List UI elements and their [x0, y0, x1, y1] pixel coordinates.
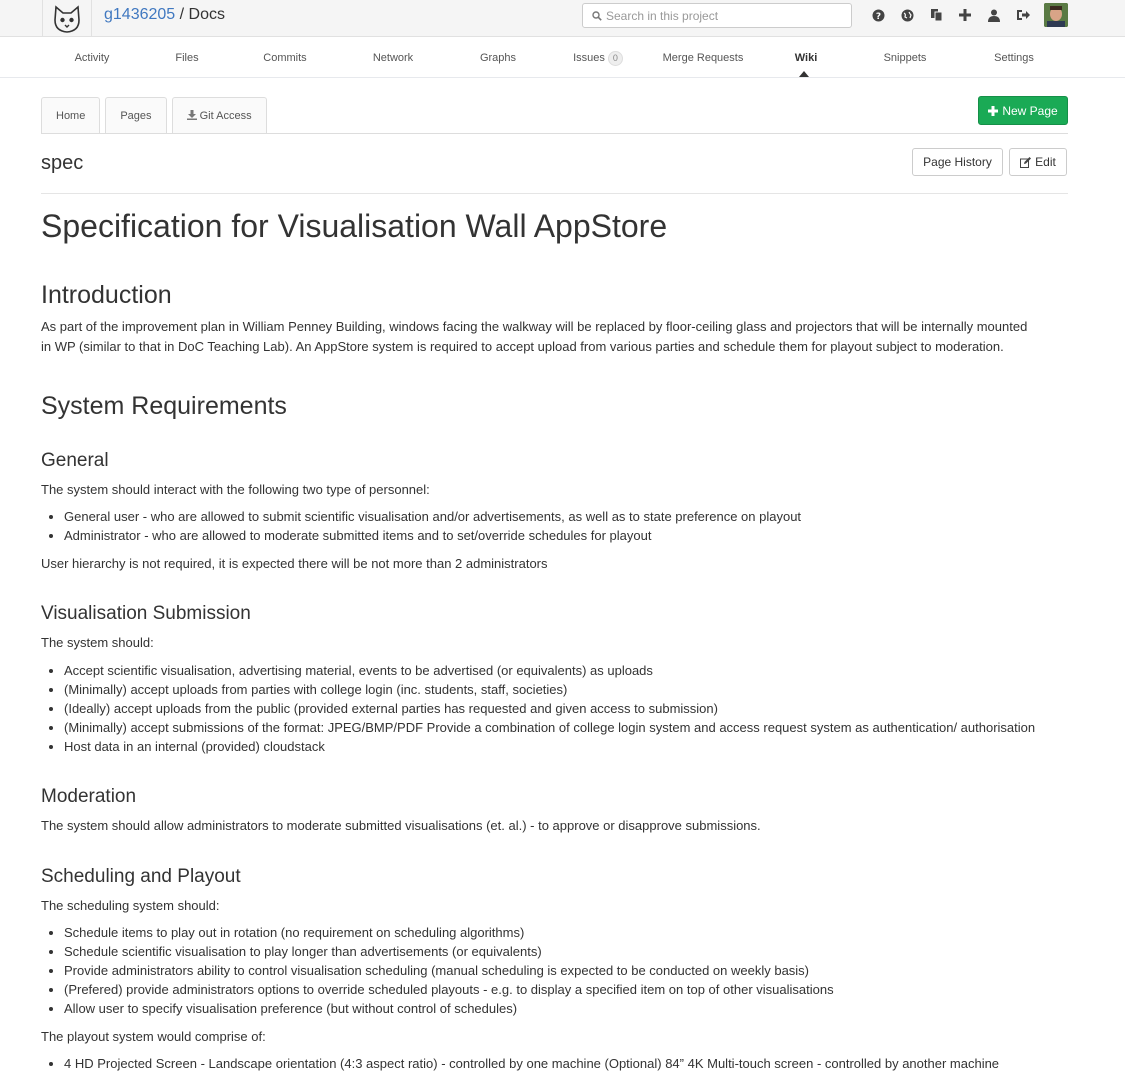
- plus-icon: [988, 105, 999, 116]
- playout-paragraph: The playout system would comprise of:: [41, 1029, 266, 1044]
- heading-moderation: Moderation: [41, 786, 137, 807]
- active-nav-caret: [799, 71, 809, 77]
- nav-files[interactable]: Files: [162, 38, 212, 78]
- git-access-label: Git Access: [199, 110, 252, 122]
- wiki-tabs: Home Pages Git Access: [41, 97, 272, 134]
- nav-snippets[interactable]: Snippets: [876, 38, 934, 78]
- list-item: General user - who are allowed to submit…: [64, 507, 801, 526]
- page-history-label: Page History: [923, 155, 992, 169]
- copy-icon[interactable]: [926, 6, 946, 24]
- list-item: 4 HD Projected Screen - Landscape orient…: [64, 1054, 999, 1073]
- list-item: (Ideally) accept uploads from the public…: [64, 699, 1035, 718]
- list-item: Administrator - who are allowed to moder…: [64, 526, 801, 545]
- edit-icon: [1020, 156, 1032, 168]
- heading-introduction: Introduction: [41, 281, 172, 309]
- search-box[interactable]: [582, 3, 852, 28]
- list-item: Host data in an internal (provided) clou…: [64, 737, 1035, 756]
- new-page-button[interactable]: New Page: [978, 96, 1068, 125]
- nav-settings[interactable]: Settings: [986, 38, 1042, 78]
- intro-paragraph: As part of the improvement plan in Willi…: [41, 319, 1028, 354]
- sign-out-icon[interactable]: [1013, 6, 1033, 24]
- gitlab-logo[interactable]: [42, 0, 92, 37]
- nav-graphs[interactable]: Graphs: [470, 38, 526, 78]
- help-icon[interactable]: ?: [868, 6, 888, 24]
- user-avatar[interactable]: [1044, 3, 1068, 27]
- tab-home[interactable]: Home: [41, 97, 101, 134]
- plus-icon[interactable]: [955, 6, 975, 24]
- heading-visualisation-submission: Visualisation Submission: [41, 603, 251, 624]
- list-item: (Minimally) accept submissions of the fo…: [64, 718, 1035, 737]
- list-item: Schedule scientific visualisation to pla…: [64, 942, 834, 961]
- project-name[interactable]: Docs: [189, 6, 225, 23]
- group-link[interactable]: g1436205: [104, 6, 175, 23]
- user-icon[interactable]: [984, 6, 1004, 24]
- general-note: User hierarchy is not required, it is ex…: [41, 556, 548, 571]
- list-item: Provide administrators ability to contro…: [64, 961, 834, 980]
- general-paragraph: The system should interact with the foll…: [41, 482, 430, 497]
- list-item: Accept scientific visualisation, adverti…: [64, 661, 1035, 680]
- download-icon: [186, 110, 197, 120]
- edit-label: Edit: [1035, 155, 1056, 169]
- nav-network[interactable]: Network: [362, 38, 424, 78]
- scheduling-paragraph: The scheduling system should:: [41, 898, 220, 913]
- list-item: Schedule items to play out in rotation (…: [64, 923, 834, 942]
- heading-general: General: [41, 450, 109, 471]
- vis-paragraph: The system should:: [41, 635, 154, 650]
- header-divider: [41, 193, 1068, 194]
- nav-issues[interactable]: Issues 0: [566, 38, 630, 78]
- page-history-button[interactable]: Page History: [912, 148, 1003, 176]
- tabs-divider: [41, 133, 1068, 134]
- project-breadcrumb: g1436205 / Docs: [104, 6, 225, 24]
- search-input[interactable]: [606, 8, 836, 23]
- wiki-page-name: spec: [41, 152, 84, 174]
- fox-logo-icon: [54, 4, 80, 33]
- svg-text:?: ?: [875, 12, 880, 22]
- tab-pages[interactable]: Pages: [105, 97, 167, 134]
- issues-count-badge: 0: [607, 51, 623, 66]
- top-header: g1436205 / Docs ?: [0, 0, 1125, 37]
- avatar-photo-icon: [1044, 3, 1068, 27]
- edit-button[interactable]: Edit: [1009, 148, 1067, 176]
- search-icon: [592, 10, 602, 21]
- tab-git-access[interactable]: Git Access: [171, 97, 267, 134]
- moderation-paragraph: The system should allow administrators t…: [41, 818, 761, 833]
- new-page-label: New Page: [1002, 103, 1058, 118]
- globe-icon[interactable]: [897, 6, 917, 24]
- nav-merge-requests[interactable]: Merge Requests: [655, 38, 751, 78]
- list-item: (Prefered) provide administrators option…: [64, 980, 834, 999]
- project-nav: Activity Files Commits Network Graphs Is…: [0, 38, 1125, 78]
- list-item: (Minimally) accept uploads from parties …: [64, 680, 1035, 699]
- doc-title: Specification for Visualisation Wall App…: [41, 208, 668, 244]
- nav-commits[interactable]: Commits: [254, 38, 316, 78]
- heading-system-requirements: System Requirements: [41, 392, 287, 420]
- general-list: General user - who are allowed to submit…: [64, 507, 801, 545]
- playout-list: 4 HD Projected Screen - Landscape orient…: [64, 1054, 999, 1073]
- scheduling-list: Schedule items to play out in rotation (…: [64, 923, 834, 1018]
- nav-activity[interactable]: Activity: [62, 38, 122, 78]
- header-icons: ?: [868, 6, 1033, 24]
- list-item: Allow user to specify visualisation pref…: [64, 999, 834, 1018]
- vis-list: Accept scientific visualisation, adverti…: [64, 661, 1035, 756]
- heading-scheduling-playout: Scheduling and Playout: [41, 866, 241, 887]
- breadcrumb-separator: /: [179, 6, 185, 23]
